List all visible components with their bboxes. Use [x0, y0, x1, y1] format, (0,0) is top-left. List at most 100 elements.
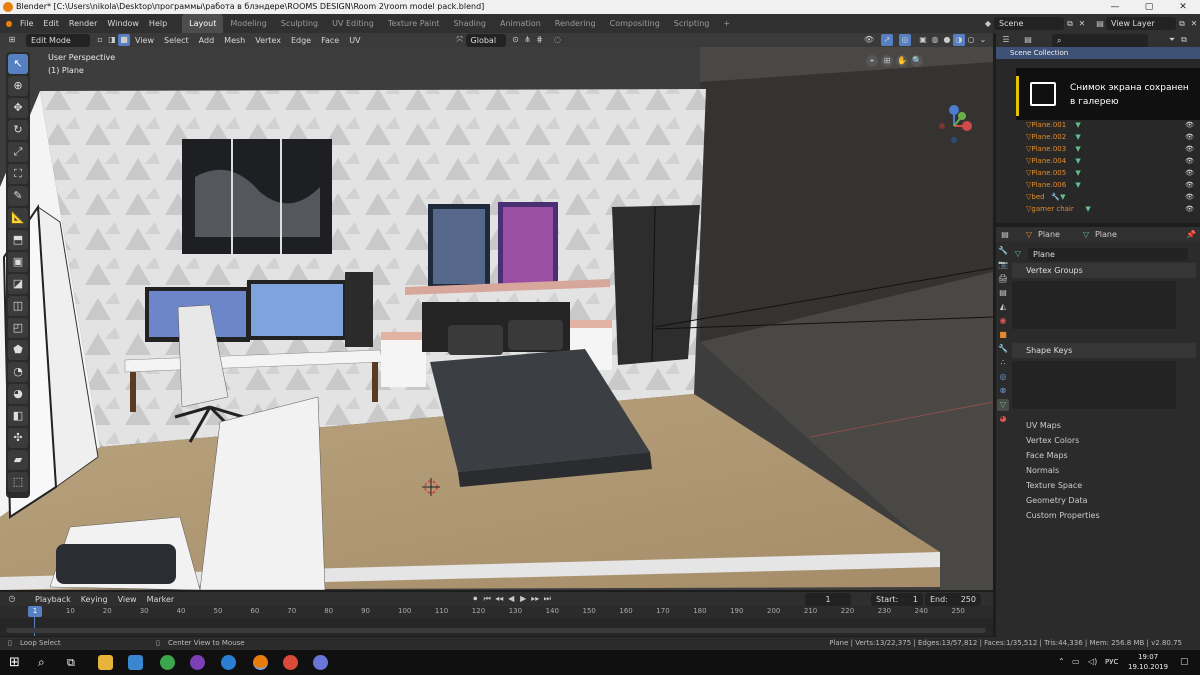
outliner-search-input[interactable]: ⌕ [1052, 33, 1148, 47]
loop-cut-tool-icon[interactable]: ◫ [8, 296, 28, 316]
eye-icon[interactable]: 👁 [1185, 167, 1194, 179]
shading-options-icon[interactable]: ⌄ [977, 34, 989, 46]
spin-tool-icon[interactable]: ◔ [8, 362, 28, 382]
maximize-button[interactable]: ▢ [1132, 0, 1166, 14]
scene-collection-row[interactable]: Scene Collection [996, 47, 1200, 59]
tab-rendering[interactable]: Rendering [548, 14, 603, 33]
chrome-icon[interactable] [283, 655, 298, 670]
outliner-row[interactable]: ▽ bed 🔧 ▼ 👁 [996, 191, 1200, 203]
new-scene-icon[interactable]: ⧉ [1064, 18, 1076, 30]
record-icon[interactable]: ⏺ [469, 593, 481, 605]
tor-icon[interactable] [190, 655, 205, 670]
scene-field[interactable]: Scene [994, 17, 1064, 30]
scale-tool-icon[interactable]: ⤢ [8, 142, 28, 162]
render-tab-icon[interactable]: 📷 [997, 259, 1009, 271]
eye-icon[interactable]: 👁 [1185, 155, 1194, 167]
normals-panel-header[interactable]: Normals [1012, 463, 1196, 478]
outliner-row[interactable]: ▽ Plane.005 ▼ 👁 [996, 167, 1200, 179]
smooth-tool-icon[interactable]: ◕ [8, 384, 28, 404]
outliner-row[interactable]: ▽ gamer chair ▼ 👁 [996, 203, 1200, 215]
tab-texture-paint[interactable]: Texture Paint [381, 14, 447, 33]
bevel-tool-icon[interactable]: ◪ [8, 274, 28, 294]
object-tab-icon[interactable]: ■ [997, 329, 1009, 341]
close-button[interactable]: ✕ [1166, 0, 1200, 14]
vertex-colors-panel-header[interactable]: Vertex Colors [1012, 433, 1196, 448]
transform-tool-icon[interactable]: ⛶ [8, 164, 28, 184]
start-frame-field[interactable]: Start: 1 [871, 592, 923, 606]
current-frame-field[interactable]: 1 [805, 592, 851, 606]
overlay-toggle-icon[interactable]: ◎ [899, 34, 911, 46]
discord-icon[interactable] [313, 655, 328, 670]
grid-view-icon[interactable]: ⊞ [881, 55, 893, 67]
tab-animation[interactable]: Animation [493, 14, 548, 33]
new-view-layer-icon[interactable]: ⧉ [1176, 18, 1188, 30]
eye-icon[interactable]: 👁 [1185, 119, 1194, 131]
knife-tool-icon[interactable]: ◰ [8, 318, 28, 338]
mesh-browse-icon[interactable]: ▽ [1012, 248, 1024, 260]
shading-material-icon[interactable]: ◑ [953, 34, 965, 46]
view-layer-field[interactable]: View Layer [1106, 17, 1176, 30]
gizmo-toggle-icon[interactable]: ↗ [881, 34, 893, 46]
file-explorer-icon[interactable] [98, 655, 113, 670]
annotate-tool-icon[interactable]: ✎ [8, 186, 28, 206]
select-tool-icon[interactable]: ↖ [8, 54, 28, 74]
transform-orientation-select[interactable]: Global [465, 33, 506, 47]
edge-slide-tool-icon[interactable]: ◧ [8, 406, 28, 426]
snap-target-icon[interactable]: ⋕ [534, 34, 546, 46]
shape-keys-list[interactable] [1012, 361, 1176, 409]
jump-start-icon[interactable]: ⏮ [481, 593, 493, 605]
tab-scripting[interactable]: Scripting [667, 14, 717, 33]
timeline-editor-icon[interactable]: ◷ [6, 593, 18, 605]
outliner-editor-icon[interactable]: ☰ [1000, 34, 1012, 46]
eye-icon[interactable]: 👁 [1185, 143, 1194, 155]
custom-properties-panel-header[interactable]: Custom Properties [1012, 508, 1196, 523]
shading-rendered-icon[interactable]: ○ [965, 34, 977, 46]
clock-date[interactable]: 19.10.2019 [1128, 663, 1168, 671]
inset-tool-icon[interactable]: ▣ [8, 252, 28, 272]
menu-file[interactable]: File [15, 14, 38, 33]
vertex-groups-panel-header[interactable]: Vertex Groups [1012, 263, 1196, 278]
outliner-filter-icon[interactable]: ⏷ [1166, 34, 1178, 46]
mode-select[interactable]: Edit Mode [26, 33, 90, 47]
edge-browser-icon[interactable] [221, 655, 236, 670]
delete-view-layer-icon[interactable]: ✕ [1188, 18, 1200, 30]
shear-tool-icon[interactable]: ▰ [8, 450, 28, 470]
eye-icon[interactable]: 👁 [1185, 131, 1194, 143]
move-tool-icon[interactable]: ✥ [8, 98, 28, 118]
vertex-groups-list[interactable] [1012, 281, 1176, 329]
outliner-row[interactable]: ▽ Plane.002 ▼ 👁 [996, 131, 1200, 143]
menu-render[interactable]: Render [64, 14, 102, 33]
eye-icon[interactable]: 👁 [1185, 191, 1194, 203]
clock-time[interactable]: 19:07 [1138, 653, 1158, 661]
tray-volume-icon[interactable]: ◁) [1088, 657, 1097, 666]
face-select-icon[interactable]: ■ [118, 34, 130, 46]
torrent-icon[interactable] [160, 655, 175, 670]
tray-up-icon[interactable]: ⌃ [1058, 657, 1065, 666]
world-tab-icon[interactable]: ◉ [997, 315, 1009, 327]
timeline-scrollbar[interactable] [6, 628, 986, 633]
mail-icon[interactable] [128, 655, 143, 670]
windows-start-icon[interactable]: ⊞ [9, 655, 24, 670]
play-reverse-icon[interactable]: ◀ [505, 593, 517, 605]
search-icon[interactable]: ⌕ [38, 655, 53, 670]
geometry-data-panel-header[interactable]: Geometry Data [1012, 493, 1196, 508]
outliner-row[interactable]: ▽ Plane.004 ▼ 👁 [996, 155, 1200, 167]
next-keyframe-icon[interactable]: ▸▸ [529, 593, 541, 605]
view-layer-tab-icon[interactable]: ▤ [997, 287, 1009, 299]
eye-icon[interactable]: 👁 [1185, 203, 1194, 215]
snap-icon[interactable]: ⋔ [522, 34, 534, 46]
shrink-fatten-tool-icon[interactable]: ✣ [8, 428, 28, 448]
playhead[interactable]: 1 [28, 606, 42, 617]
measure-tool-icon[interactable]: 📐 [8, 208, 28, 228]
outliner-row[interactable]: ▽ Plane.003 ▼ 👁 [996, 143, 1200, 155]
camera-view-icon[interactable]: ⌖ [866, 55, 878, 67]
cursor-tool-icon[interactable]: ⊕ [8, 76, 28, 96]
timeline-area[interactable]: 10 20 30 40 50 60 70 80 90 100 110 120 130 140 150 160 1… [0, 606, 993, 636]
properties-editor-icon[interactable]: ▤ [999, 229, 1011, 241]
tab-shading[interactable]: Shading [446, 14, 493, 33]
delete-scene-icon[interactable]: ✕ [1076, 18, 1088, 30]
xray-toggle-icon[interactable]: ▣ [917, 34, 929, 46]
outliner-row[interactable]: ▽ Plane.006 ▼ 👁 [996, 179, 1200, 191]
frame-ruler[interactable]: 10 20 30 40 50 60 70 80 90 100 110 120 130 140 150 160 1… [0, 606, 993, 618]
rip-tool-icon[interactable]: ⬚ [8, 472, 28, 492]
